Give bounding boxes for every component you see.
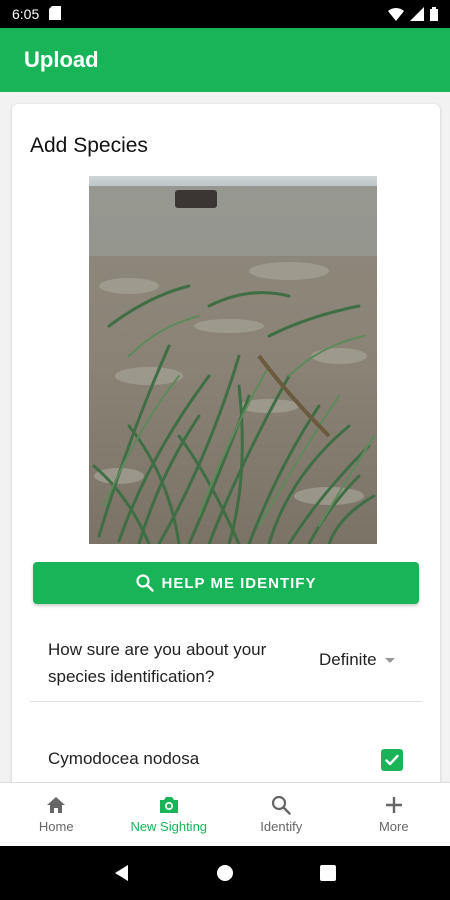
species-name: Cymodocea nodosa bbox=[48, 749, 200, 768]
nav-label: New Sighting bbox=[130, 819, 208, 834]
search-icon bbox=[135, 574, 154, 592]
nav-item-more[interactable]: More bbox=[338, 783, 450, 846]
bottom-navigation: Home New Sighting Identify More bbox=[0, 782, 450, 846]
app-bar: Upload bbox=[0, 28, 450, 92]
system-navigation-bar bbox=[0, 846, 450, 900]
search-icon bbox=[272, 795, 291, 815]
certainty-dropdown[interactable]: Definite bbox=[319, 650, 395, 670]
species-photo[interactable] bbox=[89, 176, 377, 544]
sd-card-icon bbox=[49, 5, 62, 23]
nav-item-new-sighting[interactable]: New Sighting bbox=[113, 783, 226, 846]
card-title: Add Species bbox=[30, 134, 148, 157]
species-checkbox[interactable] bbox=[381, 749, 403, 771]
certainty-question: How sure are you about your species iden… bbox=[48, 640, 267, 686]
content-area[interactable]: Add Species HELP ME IDENTIFY How sure ar… bbox=[0, 92, 450, 782]
nav-label: Identify bbox=[260, 819, 303, 834]
status-icons bbox=[388, 7, 438, 21]
add-species-card: Add Species HELP ME IDENTIFY How sure ar… bbox=[12, 104, 440, 782]
status-bar: 6:05 bbox=[0, 0, 450, 28]
nav-item-identify[interactable]: Identify bbox=[225, 783, 338, 846]
plus-icon bbox=[385, 797, 402, 813]
help-me-identify-button[interactable]: HELP ME IDENTIFY bbox=[33, 562, 419, 604]
recents-icon[interactable] bbox=[319, 864, 337, 882]
back-icon[interactable] bbox=[113, 864, 131, 882]
help-me-identify-label: HELP ME IDENTIFY bbox=[161, 574, 317, 592]
certainty-value: Definite bbox=[319, 650, 377, 669]
page-title: Upload bbox=[24, 47, 99, 72]
check-icon bbox=[385, 754, 399, 766]
signal-icon bbox=[410, 7, 424, 21]
nav-item-home[interactable]: Home bbox=[0, 783, 113, 846]
home-icon bbox=[47, 797, 66, 813]
chevron-down-icon bbox=[384, 657, 395, 663]
camera-icon bbox=[159, 797, 178, 813]
nav-label: Home bbox=[38, 819, 74, 834]
wifi-icon bbox=[388, 8, 404, 21]
status-time: 6:05 bbox=[12, 6, 40, 22]
home-button-icon[interactable] bbox=[216, 864, 234, 882]
battery-icon bbox=[430, 7, 438, 21]
divider bbox=[30, 701, 422, 702]
nav-label: More bbox=[378, 819, 409, 834]
